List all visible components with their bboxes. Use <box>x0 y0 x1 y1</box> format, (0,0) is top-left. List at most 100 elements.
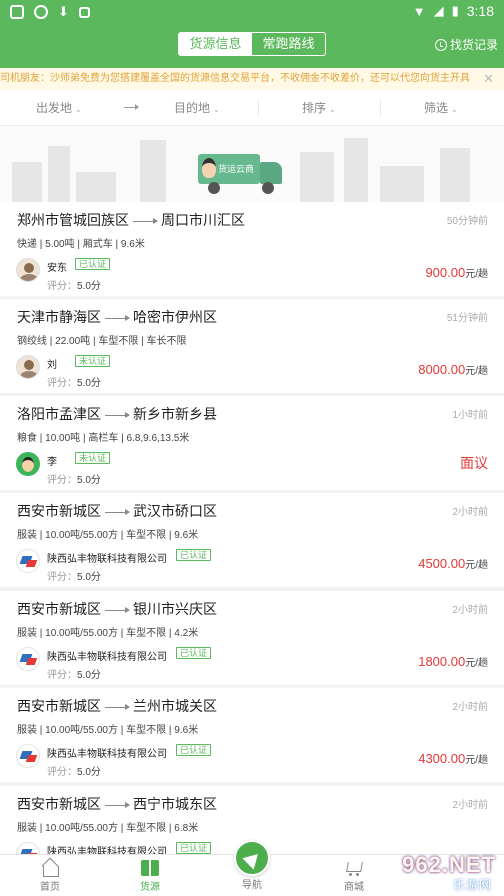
filter-bar: 出发地 ⌄ 目的地 ⌄ 排序 ⌄ 筛选 ⌄ <box>0 90 504 126</box>
price: 面议 <box>460 453 488 473</box>
status-bar: ⬇ ▼ ◢ ▮ 3:18 <box>0 0 504 24</box>
route: 郑州市管城回族区 周口市川汇区 <box>17 210 245 230</box>
shipper-name: 刘 <box>47 360 57 371</box>
route-to: 周口市川汇区 <box>161 212 245 228</box>
route: 西安市新城区 兰州市城关区 <box>17 696 217 716</box>
arrow-right-icon <box>105 606 130 613</box>
filter-sort[interactable]: 排序 ⌄ <box>302 90 336 128</box>
verification-badge: 未认证 <box>75 452 111 464</box>
rating-label: 评分： <box>47 572 77 583</box>
cargo-card[interactable]: 天津市静海区 哈密市伊州区 51分钟前 钢绞线 | 22.00吨 | 车型不限 |… <box>0 299 504 393</box>
filter-sort-label: 排序 <box>302 101 327 115</box>
segment-control: 货源信息 常跑路线 <box>178 32 326 56</box>
tab-cargo[interactable]: 货源 <box>100 855 200 896</box>
rating-value: 5.0分 <box>77 475 101 486</box>
app-notification-icon <box>34 5 48 19</box>
cargo-box-icon <box>141 860 159 876</box>
filter-origin-label: 出发地 <box>36 101 73 115</box>
cargo-card[interactable]: 西安市新城区 银川市兴庆区 2小时前 服装 | 10.00吨/55.00方 | 车… <box>0 591 504 685</box>
route-from: 郑州市管城回族区 <box>17 212 129 228</box>
arrow-right-icon <box>133 217 158 224</box>
cargo-spec: 钢绞线 | 22.00吨 | 车型不限 | 车长不限 <box>17 336 187 347</box>
rating-label: 评分： <box>47 670 77 681</box>
find-record-label: 找货记录 <box>449 38 498 52</box>
divider <box>258 100 259 116</box>
chevron-down-icon: ⌄ <box>451 105 458 114</box>
price: 4300.00元/趟 <box>418 751 488 766</box>
divider <box>380 100 381 116</box>
building-shape <box>76 172 116 202</box>
filter-origin[interactable]: 出发地 ⌄ <box>36 90 82 128</box>
filter-destination[interactable]: 目的地 ⌄ <box>174 90 220 128</box>
cargo-card[interactable]: 西安市新城区 武汉市硚口区 2小时前 服装 | 10.00吨/55.00方 | 车… <box>0 493 504 587</box>
cargo-spec: 服装 | 10.00吨/55.00方 | 车型不限 | 4.2米 <box>17 628 199 639</box>
price: 1800.00元/趟 <box>418 654 488 669</box>
arrow-right-icon <box>124 104 139 110</box>
chevron-down-icon: ⌄ <box>75 105 82 114</box>
tab-mall-label: 商城 <box>344 882 364 893</box>
route: 西安市新城区 银川市兴庆区 <box>17 599 217 619</box>
banner-illustration: 货运云商 <box>0 126 504 202</box>
tab-cargo-info[interactable]: 货源信息 <box>179 33 252 55</box>
rating: 评分：5.0分 <box>47 471 101 486</box>
price-value: 1800.00 <box>418 654 466 669</box>
verification-badge: 已认证 <box>176 842 212 854</box>
signal-icon: ◢ <box>433 3 444 18</box>
arrow-right-icon <box>105 703 130 710</box>
cart-icon <box>345 860 363 876</box>
tab-home[interactable]: 首页 <box>0 855 100 896</box>
tab-home-label: 首页 <box>40 882 60 893</box>
rating: 评分：5.0分 <box>47 277 101 292</box>
avatar <box>16 355 40 379</box>
chevron-down-icon: ⌄ <box>213 105 220 114</box>
building-shape <box>12 162 42 202</box>
price-unit: 元/趟 <box>465 366 488 377</box>
close-icon[interactable]: ✕ <box>483 68 494 90</box>
route-from: 天津市静海区 <box>17 309 101 325</box>
price-value: 8000.00 <box>418 362 466 377</box>
cargo-card[interactable]: 郑州市管城回族区 周口市川汇区 50分钟前 快递 | 5.00吨 | 厢式车 | … <box>0 202 504 296</box>
route-from: 西安市新城区 <box>17 503 101 519</box>
price-unit: 元/趟 <box>465 560 488 571</box>
arrow-right-icon <box>105 411 130 418</box>
home-icon <box>41 860 59 877</box>
route-to: 哈密市伊州区 <box>133 309 217 325</box>
posted-time: 50分钟前 <box>446 216 488 227</box>
rating-label: 评分： <box>47 378 77 389</box>
route: 天津市静海区 哈密市伊州区 <box>17 307 217 327</box>
price: 8000.00元/趟 <box>418 362 488 377</box>
arrow-right-icon <box>105 508 130 515</box>
truck-cab <box>260 162 282 184</box>
filter-screen[interactable]: 筛选 ⌄ <box>424 90 458 128</box>
tab-navigation-label: 导航 <box>242 880 262 891</box>
shipper-name: 陕西弘丰物联科技有限公司 <box>47 749 167 760</box>
app-notification-icon <box>78 6 90 18</box>
watermark-logo: 962.NET 乐游网 <box>402 852 496 892</box>
price: 900.00元/趟 <box>425 265 488 280</box>
navigation-icon[interactable] <box>234 840 270 876</box>
building-shape <box>48 146 70 202</box>
download-icon: ⬇ <box>58 4 69 19</box>
tab-mall[interactable]: 商城 <box>304 855 404 896</box>
price-value: 900.00 <box>425 265 466 280</box>
cargo-card[interactable]: 洛阳市孟津区 新乡市新乡县 1小时前 粮食 | 10.00吨 | 高栏车 | 6.… <box>0 396 504 490</box>
cargo-card[interactable]: 西安市新城区 兰州市城关区 2小时前 服装 | 10.00吨/55.00方 | 车… <box>0 688 504 782</box>
shipper-name: 陕西弘丰物联科技有限公司 <box>47 554 167 565</box>
shipper-name: 安东 <box>47 263 67 274</box>
price-unit: 元/趟 <box>465 269 488 280</box>
top-header: 货源信息 常跑路线 找货记录 <box>0 24 504 68</box>
verification-badge: 已认证 <box>176 744 212 756</box>
route-to: 武汉市硚口区 <box>133 503 217 519</box>
posted-time: 51分钟前 <box>446 313 488 324</box>
route-from: 洛阳市孟津区 <box>17 406 101 422</box>
arrow-right-icon <box>105 314 130 321</box>
building-shape <box>140 140 166 202</box>
price-value: 4300.00 <box>418 751 466 766</box>
find-record-button[interactable]: 找货记录 <box>434 36 498 53</box>
truck-label: 货运云商 <box>218 164 255 174</box>
company-logo <box>16 549 40 573</box>
tab-frequent-routes[interactable]: 常跑路线 <box>252 33 325 55</box>
route-from: 西安市新城区 <box>17 601 101 617</box>
company-logo <box>16 647 40 671</box>
notice-bar: 司机朋友：沙师弟免费为您搭建覆盖全国的货源信息交易平台，不收佣金不收差价，还可以… <box>0 68 504 90</box>
